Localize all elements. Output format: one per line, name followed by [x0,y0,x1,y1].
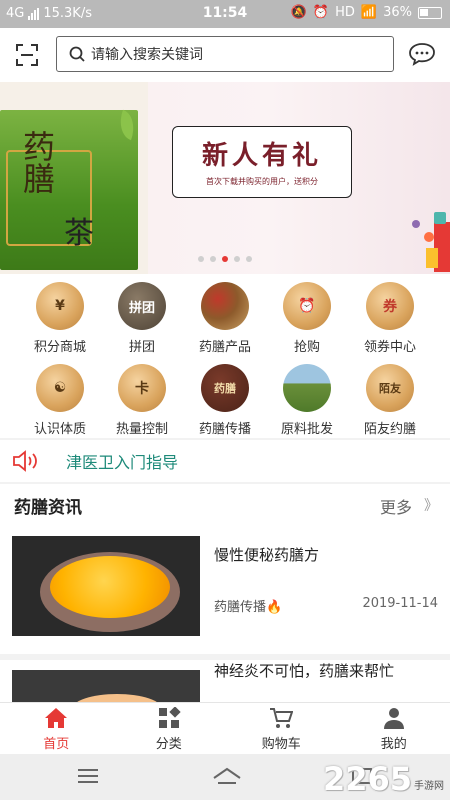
coupon-icon: 券 [366,282,414,330]
pagination-dot[interactable] [234,256,240,262]
promo-subtitle: 首次下载并购买的用户，送积分 [206,177,318,186]
gift-decoration [434,212,446,224]
banner-pagination [0,256,450,262]
tab-category[interactable]: 分类 [113,703,226,754]
battery-icon [418,6,442,19]
herbal-book-icon: 药膳 [201,364,249,412]
mute-icon: 🔕 [290,5,307,20]
grid-item-calorie-control[interactable]: 卡 热量控制 [97,358,187,440]
notice-bar[interactable]: 津医卫入门指导 [0,440,450,482]
watermark-text: 手游网 [414,781,444,792]
category-icon [158,707,181,728]
message-icon[interactable] [408,42,436,66]
grid-item-constitution[interactable]: ☯ 认识体质 [15,358,105,440]
site-watermark: 2265 手游网 [323,760,444,798]
news-section-header: 药膳资讯 更多 》 [0,484,450,526]
grid-item-flash-sale[interactable]: ⏰ 抢购 [262,276,352,358]
user-icon [383,708,404,729]
promo-title: 新人有礼 [201,141,322,171]
scan-icon[interactable] [16,44,38,66]
grid-item-herbal-spread[interactable]: 药膳 药膳传播 [180,358,270,440]
battery-percent: 36% [383,5,412,20]
pagination-dot[interactable] [246,256,252,262]
grid-item-label: 抢购 [293,340,320,355]
status-right: 🔕 ⏰ HD 📶 36% [291,5,442,20]
alarm-clock-icon: ⏰ [283,282,331,330]
grid-item-points-mall[interactable]: ¥ 积分商城 [15,276,105,358]
news-headline: 慢性便秘药膳方 [214,546,320,564]
search-icon [69,46,85,62]
group-buy-icon: 拼团 [118,282,166,330]
grid-item-label: 药膳传播 [198,422,251,437]
watermark-number: 2265 [322,760,412,798]
calorie-icon: 卡 [118,364,166,412]
grid-item-meetup[interactable]: 陌友 陌友约膳 [345,358,435,440]
speaker-icon [13,450,37,472]
menu-icon[interactable] [76,766,100,786]
grid-item-group-buy[interactable]: 拼团 拼团 [97,276,187,358]
chevron-right-icon[interactable]: 》 [424,495,438,515]
meetup-icon: 陌友 [366,364,414,412]
tab-label: 分类 [155,737,182,752]
gift-decoration [412,220,420,228]
grid-item-label: 药膳产品 [198,340,251,355]
grid-item-label: 拼团 [128,340,155,355]
grid-item-label: 领券中心 [363,340,416,355]
search-bar[interactable]: 请输入搜索关键词 [56,36,394,72]
tea-name: 药膳 [18,130,56,194]
home-icon [45,708,68,728]
notice-text: 津医卫入门指导 [66,453,179,472]
tab-label: 首页 [43,737,70,752]
news-thumbnail [12,536,200,636]
promo-card: 新人有礼 首次下载并购买的用户，送积分 [172,126,352,198]
pagination-dot[interactable] [210,256,216,262]
grid-item-label: 热量控制 [115,422,168,437]
news-source: 药膳传播🔥 [214,600,283,615]
status-bar: 4G 15.3K/s 11:54 🔕 ⏰ HD 📶 36% [0,0,450,28]
home-button-icon[interactable] [212,766,242,786]
grid-item-label: 积分商城 [33,340,86,355]
grid-item-wholesale[interactable]: 原料批发 [262,358,352,440]
grid-item-herbal-products[interactable]: 药膳产品 [180,276,270,358]
grid-item-label: 陌友约膳 [363,422,416,437]
more-link[interactable]: 更多 [380,494,412,518]
wifi-icon: 📶 [360,5,378,20]
tab-label: 我的 [380,737,407,752]
top-bar: 请输入搜索关键词 [0,28,450,82]
news-headline: 神经炎不可怕，药膳来帮忙 [214,662,395,680]
tea-suffix: 茶 [64,216,94,251]
tab-cart[interactable]: 购物车 [225,703,338,754]
tab-home[interactable]: 首页 [0,703,113,754]
farmland-icon [283,364,331,412]
hd-badge: HD [335,5,355,20]
bottom-tab-bar: 首页 分类 购物车 我的 [0,702,450,754]
nuts-icon [201,282,249,330]
system-nav-bar: 2265 手游网 [0,754,450,800]
pagination-dot[interactable] [198,256,204,262]
grid-item-coupon-center[interactable]: 券 领券中心 [345,276,435,358]
gift-decoration [424,232,434,242]
cart-icon [270,708,294,728]
news-item[interactable]: 神经炎不可怕，药膳来帮忙 [0,660,450,702]
grid-item-label: 认识体质 [33,422,86,437]
news-item[interactable]: 慢性便秘药膳方 药膳传播🔥 2019-11-14 [0,526,450,652]
alarm-icon: ⏰ [312,5,330,20]
news-thumbnail [12,670,200,702]
feature-grid: ¥ 积分商城 拼团 拼团 药膳产品 ⏰ 抢购 券 领券中心 ☯ 认识体质 卡 热… [0,274,450,438]
pagination-dot-active[interactable] [222,256,228,262]
yen-coin-icon: ¥ [36,282,84,330]
news-list: 慢性便秘药膳方 药膳传播🔥 2019-11-14 神经炎不可怕，药膳来帮忙 [0,526,450,702]
grid-item-label: 原料批发 [280,422,333,437]
search-placeholder: 请输入搜索关键词 [91,47,203,63]
news-date: 2019-11-14 [362,596,438,611]
tab-profile[interactable]: 我的 [338,703,450,754]
tea-product-image: 药膳 茶 [0,82,148,274]
tab-label: 购物车 [261,737,301,752]
body-constitution-icon: ☯ [36,364,84,412]
news-section-title: 药膳资讯 [14,498,82,518]
promo-banner[interactable]: 药膳 茶 新人有礼 首次下载并购买的用户，送积分 [0,82,450,274]
